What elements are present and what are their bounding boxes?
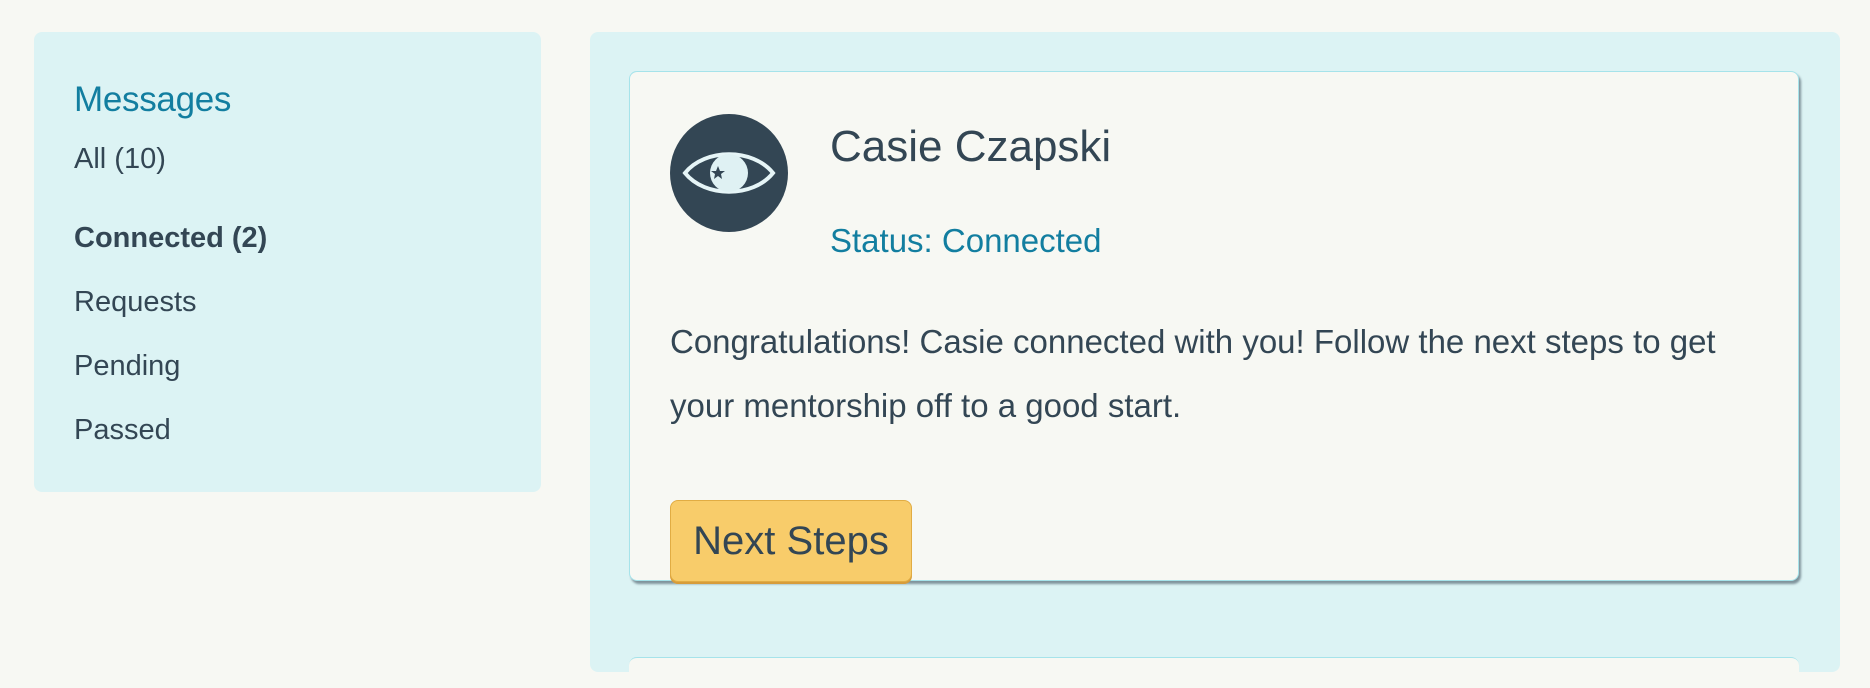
connection-status: Status: Connected (830, 222, 1102, 259)
sidebar-title: Messages (74, 80, 232, 119)
next-message-card-edge (629, 657, 1799, 688)
messages-sidebar: Messages All (10) Connected (2) Requests… (34, 32, 541, 492)
sidebar-item-requests[interactable]: Requests (74, 270, 267, 334)
message-text: Congratulations! Casie connected with yo… (670, 323, 1716, 424)
sidebar-item-connected[interactable]: Connected (2) (74, 206, 267, 270)
messages-main-panel: Casie Czapski Status: Connected Congratu… (590, 32, 1840, 688)
sidebar-item-passed[interactable]: Passed (74, 398, 267, 462)
avatar (670, 114, 788, 232)
message-filter-list: All (10) Connected (2) Requests Pending … (74, 142, 267, 462)
sidebar-item-pending[interactable]: Pending (74, 334, 267, 398)
sidebar-item-all[interactable]: All (10) (74, 142, 267, 206)
next-steps-button[interactable]: Next Steps (670, 500, 912, 582)
message-card: Casie Czapski Status: Connected Congratu… (629, 71, 1799, 582)
mentor-name: Casie Czapski (830, 122, 1112, 171)
eye-icon (682, 152, 776, 194)
